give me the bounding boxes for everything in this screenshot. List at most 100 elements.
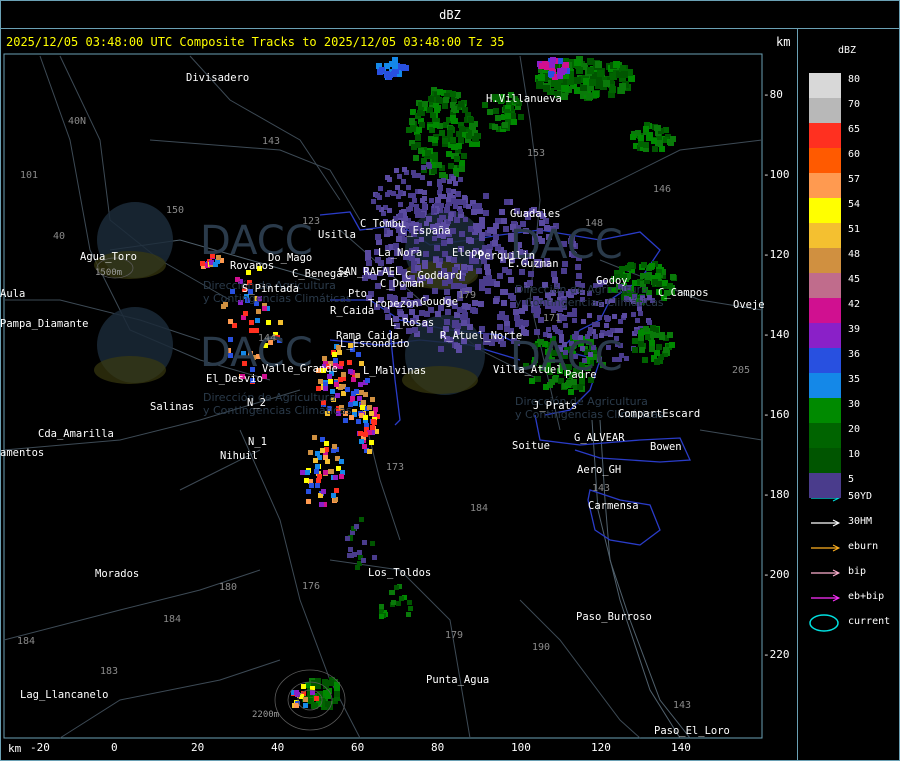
x-tick-label: 80 <box>431 741 445 754</box>
place-label: Godoy <box>596 275 628 287</box>
echo-pixel <box>339 459 344 464</box>
echo-pixel <box>476 203 482 209</box>
y-tick-label: -100 <box>763 168 790 181</box>
echo-pixel <box>549 62 555 68</box>
echo-pixel <box>389 590 394 595</box>
echo-pixel <box>495 115 501 121</box>
echo-pixel <box>387 208 392 213</box>
echo-pixel <box>663 347 669 353</box>
echo-pixel <box>463 217 468 222</box>
echo-pixel <box>619 65 626 72</box>
place-label: C_Tombu <box>360 218 405 230</box>
echo-pixel <box>362 444 367 449</box>
place-label: Guadales <box>510 208 561 220</box>
echo-pixel <box>625 265 631 271</box>
echo-pixel <box>414 239 419 244</box>
echo-pixel <box>459 166 465 172</box>
place-label: N_1 <box>248 436 267 448</box>
echo-pixel <box>445 309 451 315</box>
echo-pixel <box>654 350 660 356</box>
place-label: Carmensa <box>588 500 639 512</box>
y-tick-label: -200 <box>763 568 790 581</box>
echo-pixel <box>448 216 453 221</box>
echo-pixel <box>452 118 458 124</box>
echo-pixel <box>371 199 376 204</box>
echo-pixel <box>503 226 509 232</box>
echo-pixel <box>567 78 574 85</box>
place-label: Lag_Llancanelo <box>20 689 109 701</box>
echo-pixel <box>502 289 508 295</box>
track-legend-label: 50YD <box>848 491 873 502</box>
echo-pixel <box>369 440 374 445</box>
route-number: 101 <box>20 170 39 181</box>
echo-pixel <box>359 439 364 444</box>
echo-pixel <box>301 684 306 689</box>
echo-pixel <box>651 138 657 144</box>
echo-pixel <box>562 316 567 321</box>
echo-pixel <box>315 483 320 488</box>
echo-pixel <box>339 474 344 479</box>
echo-pixel <box>308 450 313 455</box>
echo-pixel <box>432 288 438 294</box>
place-label: Salinas <box>150 401 195 413</box>
echo-pixel <box>435 311 441 317</box>
echo-pixel <box>355 565 360 570</box>
echo-pixel <box>621 71 628 78</box>
y-tick-label: -140 <box>763 328 790 341</box>
echo-pixel <box>422 101 428 107</box>
dbz-swatch <box>809 123 841 148</box>
echo-pixel <box>515 321 521 327</box>
echo-pixel <box>638 341 644 347</box>
echo-pixel <box>451 106 457 112</box>
echo-pixel <box>338 377 343 382</box>
echo-pixel <box>466 237 472 243</box>
echo-pixel <box>561 268 567 274</box>
echo-pixel <box>328 469 333 474</box>
echo-pixel <box>379 67 385 73</box>
echo-pixel <box>670 274 676 280</box>
x-tick-label: 0 <box>111 741 118 754</box>
echo-pixel <box>394 585 399 590</box>
echo-pixel <box>450 91 456 97</box>
echo-pixel <box>632 338 638 344</box>
echo-pixel <box>492 240 498 246</box>
echo-pixel <box>278 320 283 325</box>
place-label: Bowen <box>650 441 682 453</box>
echo-pixel <box>552 325 557 330</box>
route-number: 146 <box>653 184 672 195</box>
echo-pixel <box>294 703 299 708</box>
echo-pixel <box>266 320 271 325</box>
echo-pixel <box>551 271 557 277</box>
echo-pixel <box>453 204 458 209</box>
echo-pixel <box>433 122 439 128</box>
echo-pixel <box>428 96 434 102</box>
radar-map[interactable] <box>0 0 900 761</box>
route-number: 184 <box>470 503 489 514</box>
echo-pixel <box>475 344 481 350</box>
echo-pixel <box>458 101 464 107</box>
echo-pixel <box>493 298 499 304</box>
route-number: 190 <box>532 642 551 653</box>
echo-pixel <box>370 425 375 430</box>
echo-pixel <box>337 350 342 355</box>
echo-pixel <box>574 87 581 94</box>
echo-pixel <box>300 470 305 475</box>
x-tick-label: -20 <box>30 741 50 754</box>
echo-pixel <box>357 550 362 555</box>
echo-pixel <box>309 483 314 488</box>
echo-pixel <box>518 114 524 120</box>
echo-pixel <box>437 89 443 95</box>
place-label: Nihuil <box>220 450 258 462</box>
echo-pixel <box>392 57 398 63</box>
echo-pixel <box>343 418 348 423</box>
echo-pixel <box>362 540 367 545</box>
echo-pixel <box>543 384 549 390</box>
echo-pixel <box>652 146 658 152</box>
place-label: R_Atuel_Norte <box>440 330 523 342</box>
echo-pixel <box>425 150 431 156</box>
echo-pixel <box>587 58 594 65</box>
place-label: Valle_Grande <box>262 363 338 375</box>
echo-pixel <box>542 61 548 67</box>
echo-pixel <box>508 277 514 283</box>
echo-pixel <box>418 189 423 194</box>
